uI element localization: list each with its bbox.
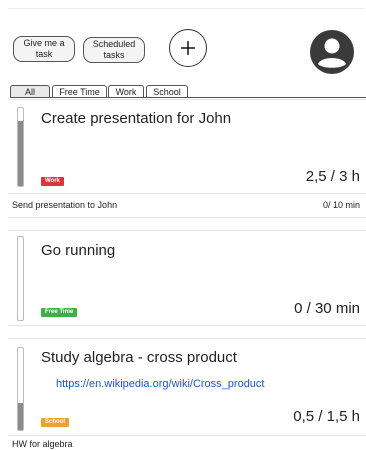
task-card[interactable]: Study algebra - cross product https://en…	[8, 338, 366, 450]
task-card[interactable]: Create presentation for John Work 2,5 / …	[8, 99, 366, 218]
subtask-label: Send presentation to John	[12, 200, 118, 210]
top-divider	[8, 8, 364, 9]
task-time: 2,5 / 3 h	[305, 168, 360, 185]
tabs-divider	[10, 97, 366, 98]
scheduled-tasks-button[interactable]: Scheduled tasks	[83, 37, 145, 63]
subtask-time: 0/ 10 min	[322, 200, 360, 210]
subtask-row[interactable]: Send presentation to John 0/ 10 min	[8, 193, 366, 217]
task-title: Study algebra - cross product	[41, 349, 237, 366]
task-title: Go running	[41, 242, 116, 259]
task-link[interactable]: https://en.wikipedia.org/wiki/Cross_prod…	[56, 378, 264, 390]
subtask-label: HW for algebra	[12, 439, 73, 449]
subtask-row[interactable]: HW for algebra	[8, 435, 366, 450]
task-title: Create presentation for John	[41, 110, 232, 127]
task-progress-bar	[17, 236, 24, 321]
category-badge: Free Time	[41, 308, 78, 317]
task-time: 0 / 30 min	[294, 300, 360, 317]
plus-icon	[181, 41, 195, 55]
user-avatar-icon[interactable]	[309, 29, 355, 75]
task-time: 0,5 / 1,5 h	[293, 408, 360, 425]
give-me-a-task-button[interactable]: Give me a task	[13, 36, 75, 62]
add-task-button[interactable]	[169, 29, 207, 67]
category-badge: Work	[41, 177, 64, 186]
category-tabs: All Free Time Work School	[10, 85, 366, 98]
task-progress-bar	[17, 347, 24, 431]
task-progress-bar	[17, 107, 24, 187]
task-card[interactable]: Go running Free Time 0 / 30 min	[8, 230, 366, 326]
category-badge: School	[41, 418, 70, 427]
